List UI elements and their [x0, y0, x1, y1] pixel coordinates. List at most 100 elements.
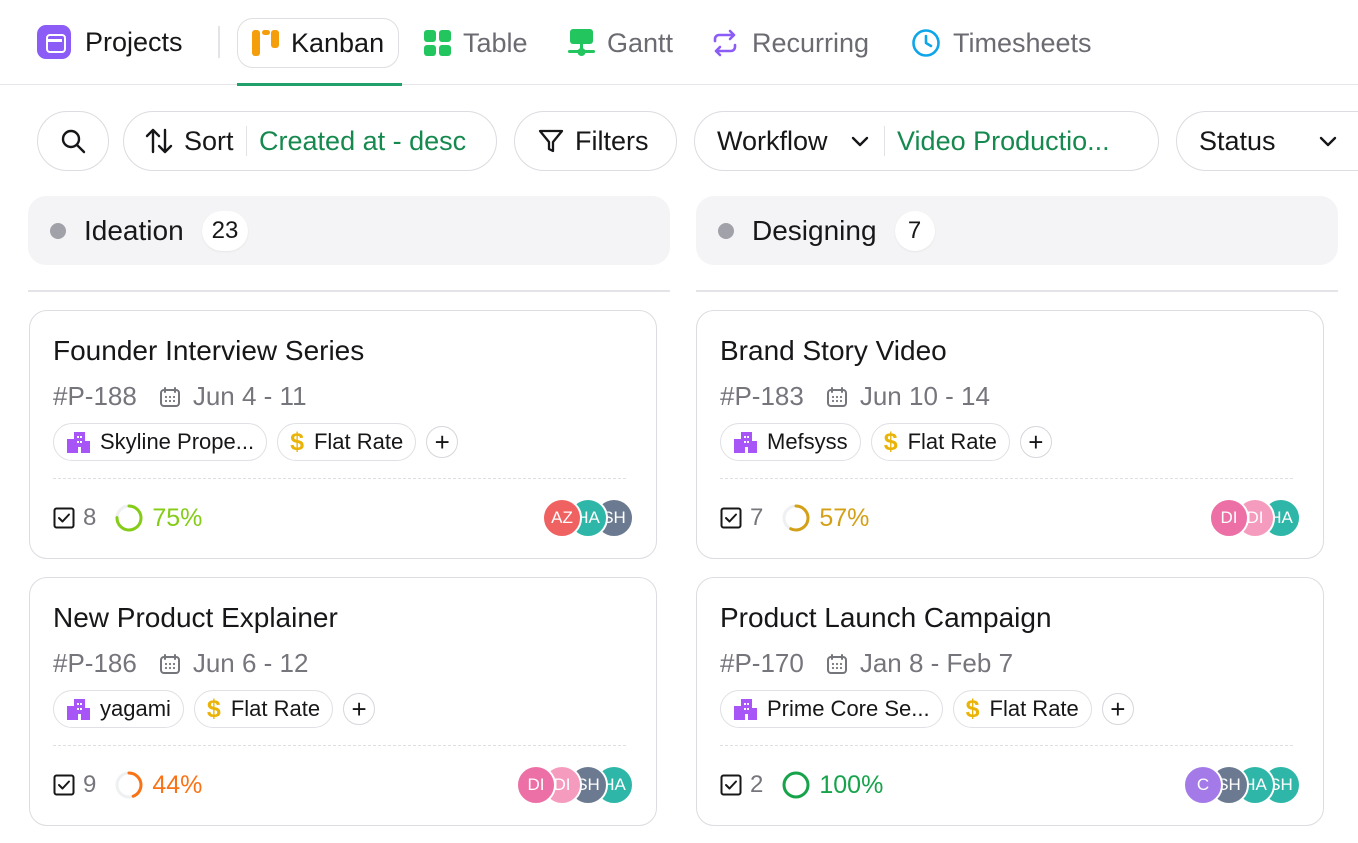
- checkbox-icon: [720, 507, 742, 529]
- project-card[interactable]: Founder Interview Series #P-188 Jun 4 - …: [29, 310, 657, 559]
- sort-value: Created at - desc: [259, 125, 467, 156]
- card-divider: [720, 745, 1293, 746]
- avatar[interactable]: DI: [1209, 498, 1249, 538]
- date-range: Jun 4 - 11: [192, 381, 307, 411]
- tab-table[interactable]: Table: [424, 18, 528, 68]
- tab-label: Kanban: [291, 27, 385, 58]
- assignee-avatars[interactable]: SH HA SH C: [1183, 765, 1301, 805]
- search-button[interactable]: [37, 111, 109, 171]
- calendar-icon: [826, 386, 847, 407]
- projects-icon: [37, 25, 71, 59]
- app-title[interactable]: Projects: [37, 24, 183, 60]
- add-tag-button[interactable]: +: [1101, 693, 1134, 725]
- progress-percent: 75%: [152, 503, 203, 532]
- filter-icon: [538, 129, 564, 153]
- project-id: #P-186: [53, 648, 137, 678]
- card-divider: [720, 478, 1293, 479]
- card-divider: [53, 478, 626, 479]
- column-header-ideation[interactable]: Ideation 23: [28, 196, 670, 265]
- kanban-icon: [252, 30, 279, 56]
- checkbox-icon: [53, 507, 75, 529]
- billing-type: Flat Rate: [313, 429, 404, 454]
- card-footer: 2 100%: [720, 765, 883, 805]
- tab-label: Recurring: [752, 27, 870, 58]
- dollar-icon: $: [883, 427, 898, 456]
- tab-kanban[interactable]: Kanban: [237, 18, 400, 68]
- sort-control[interactable]: Sort Created at - desc: [123, 111, 497, 171]
- building-icon: [67, 699, 90, 720]
- sort-divider: [245, 126, 248, 156]
- column-count-badge: 7: [894, 210, 935, 251]
- status-dot: [718, 222, 734, 239]
- billing-chip[interactable]: $ Flat Rate: [952, 690, 1092, 728]
- date-range: Jan 8 - Feb 7: [859, 648, 1014, 678]
- card-date: Jun 10 - 14: [826, 381, 990, 412]
- assignee-avatars[interactable]: SH HA AZ: [542, 498, 634, 538]
- calendar-icon: [159, 653, 180, 674]
- column-name: Designing: [752, 214, 877, 246]
- client-chip[interactable]: Mefsyss: [720, 423, 861, 461]
- client-chip[interactable]: yagami: [53, 690, 184, 728]
- card-title: Brand Story Video: [720, 335, 947, 366]
- checkbox-icon: [720, 774, 742, 796]
- checkbox-icon: [53, 774, 75, 796]
- search-icon: [61, 129, 86, 154]
- column-header-designing[interactable]: Designing 7: [696, 196, 1338, 265]
- project-card[interactable]: Product Launch Campaign #P-170 Jan 8 - F…: [696, 577, 1324, 826]
- app-title-label: Projects: [85, 26, 183, 57]
- add-tag-button[interactable]: +: [1019, 426, 1052, 458]
- project-card[interactable]: Brand Story Video #P-183 Jun 10 - 14 Mef…: [696, 310, 1324, 559]
- card-title: Founder Interview Series: [53, 335, 365, 366]
- client-chip[interactable]: Prime Core Se...: [720, 690, 943, 728]
- card-footer: 9 44%: [53, 765, 202, 805]
- billing-chip[interactable]: $ Flat Rate: [193, 690, 334, 728]
- gantt-icon: [568, 29, 595, 56]
- workflow-select[interactable]: Workflow Video Productio...: [694, 111, 1159, 171]
- tab-label: Gantt: [607, 27, 674, 58]
- avatar[interactable]: AZ: [542, 498, 582, 538]
- client-chip[interactable]: Skyline Prope...: [53, 423, 268, 461]
- card-date: Jun 4 - 11: [159, 381, 307, 412]
- active-tab-indicator: [237, 83, 402, 86]
- status-select[interactable]: Status: [1176, 111, 1358, 171]
- card-chips: yagami $ Flat Rate +: [53, 690, 376, 728]
- billing-chip[interactable]: $ Flat Rate: [277, 423, 417, 461]
- filters-label: Filters: [575, 125, 649, 156]
- tab-gantt[interactable]: Gantt: [568, 18, 673, 68]
- dollar-icon: $: [965, 694, 980, 723]
- add-tag-button[interactable]: +: [343, 693, 376, 725]
- assignee-avatars[interactable]: HA DI DI: [1209, 498, 1301, 538]
- task-count: 7: [750, 504, 764, 531]
- card-meta: #P-186 Jun 6 - 12: [53, 648, 308, 679]
- card-title: Product Launch Campaign: [720, 602, 1052, 633]
- dollar-icon: $: [290, 427, 304, 456]
- billing-type: Flat Rate: [989, 696, 1079, 721]
- avatar[interactable]: DI: [516, 765, 556, 805]
- recurring-icon: [713, 29, 737, 57]
- filters-button[interactable]: Filters: [514, 111, 677, 171]
- card-meta: #P-170 Jan 8 - Feb 7: [720, 648, 1013, 679]
- task-count: 9: [83, 771, 97, 798]
- tab-label: Table: [463, 27, 528, 58]
- progress-ring-icon: [782, 771, 810, 799]
- billing-chip[interactable]: $ Flat Rate: [870, 423, 1010, 461]
- card-chips: Mefsyss $ Flat Rate +: [720, 423, 1052, 461]
- client-name: Skyline Prope...: [100, 429, 255, 454]
- tab-label: Timesheets: [953, 27, 1092, 58]
- card-chips: Skyline Prope... $ Flat Rate +: [53, 423, 459, 461]
- project-card[interactable]: New Product Explainer #P-186 Jun 6 - 12 …: [29, 577, 657, 826]
- tab-timesheets[interactable]: Timesheets: [911, 18, 1092, 68]
- avatar[interactable]: C: [1183, 765, 1223, 805]
- card-date: Jan 8 - Feb 7: [826, 648, 1013, 679]
- tab-recurring[interactable]: Recurring: [710, 18, 869, 68]
- workflow-divider: [883, 126, 886, 156]
- calendar-icon: [159, 386, 180, 407]
- client-name: yagami: [100, 696, 171, 721]
- task-count: 8: [83, 504, 97, 531]
- building-icon: [734, 432, 757, 453]
- add-tag-button[interactable]: +: [426, 426, 459, 458]
- clock-icon: [912, 29, 940, 57]
- assignee-avatars[interactable]: HA SH DI DI: [516, 765, 634, 805]
- progress-ring-icon: [115, 504, 143, 532]
- task-count: 2: [750, 771, 764, 798]
